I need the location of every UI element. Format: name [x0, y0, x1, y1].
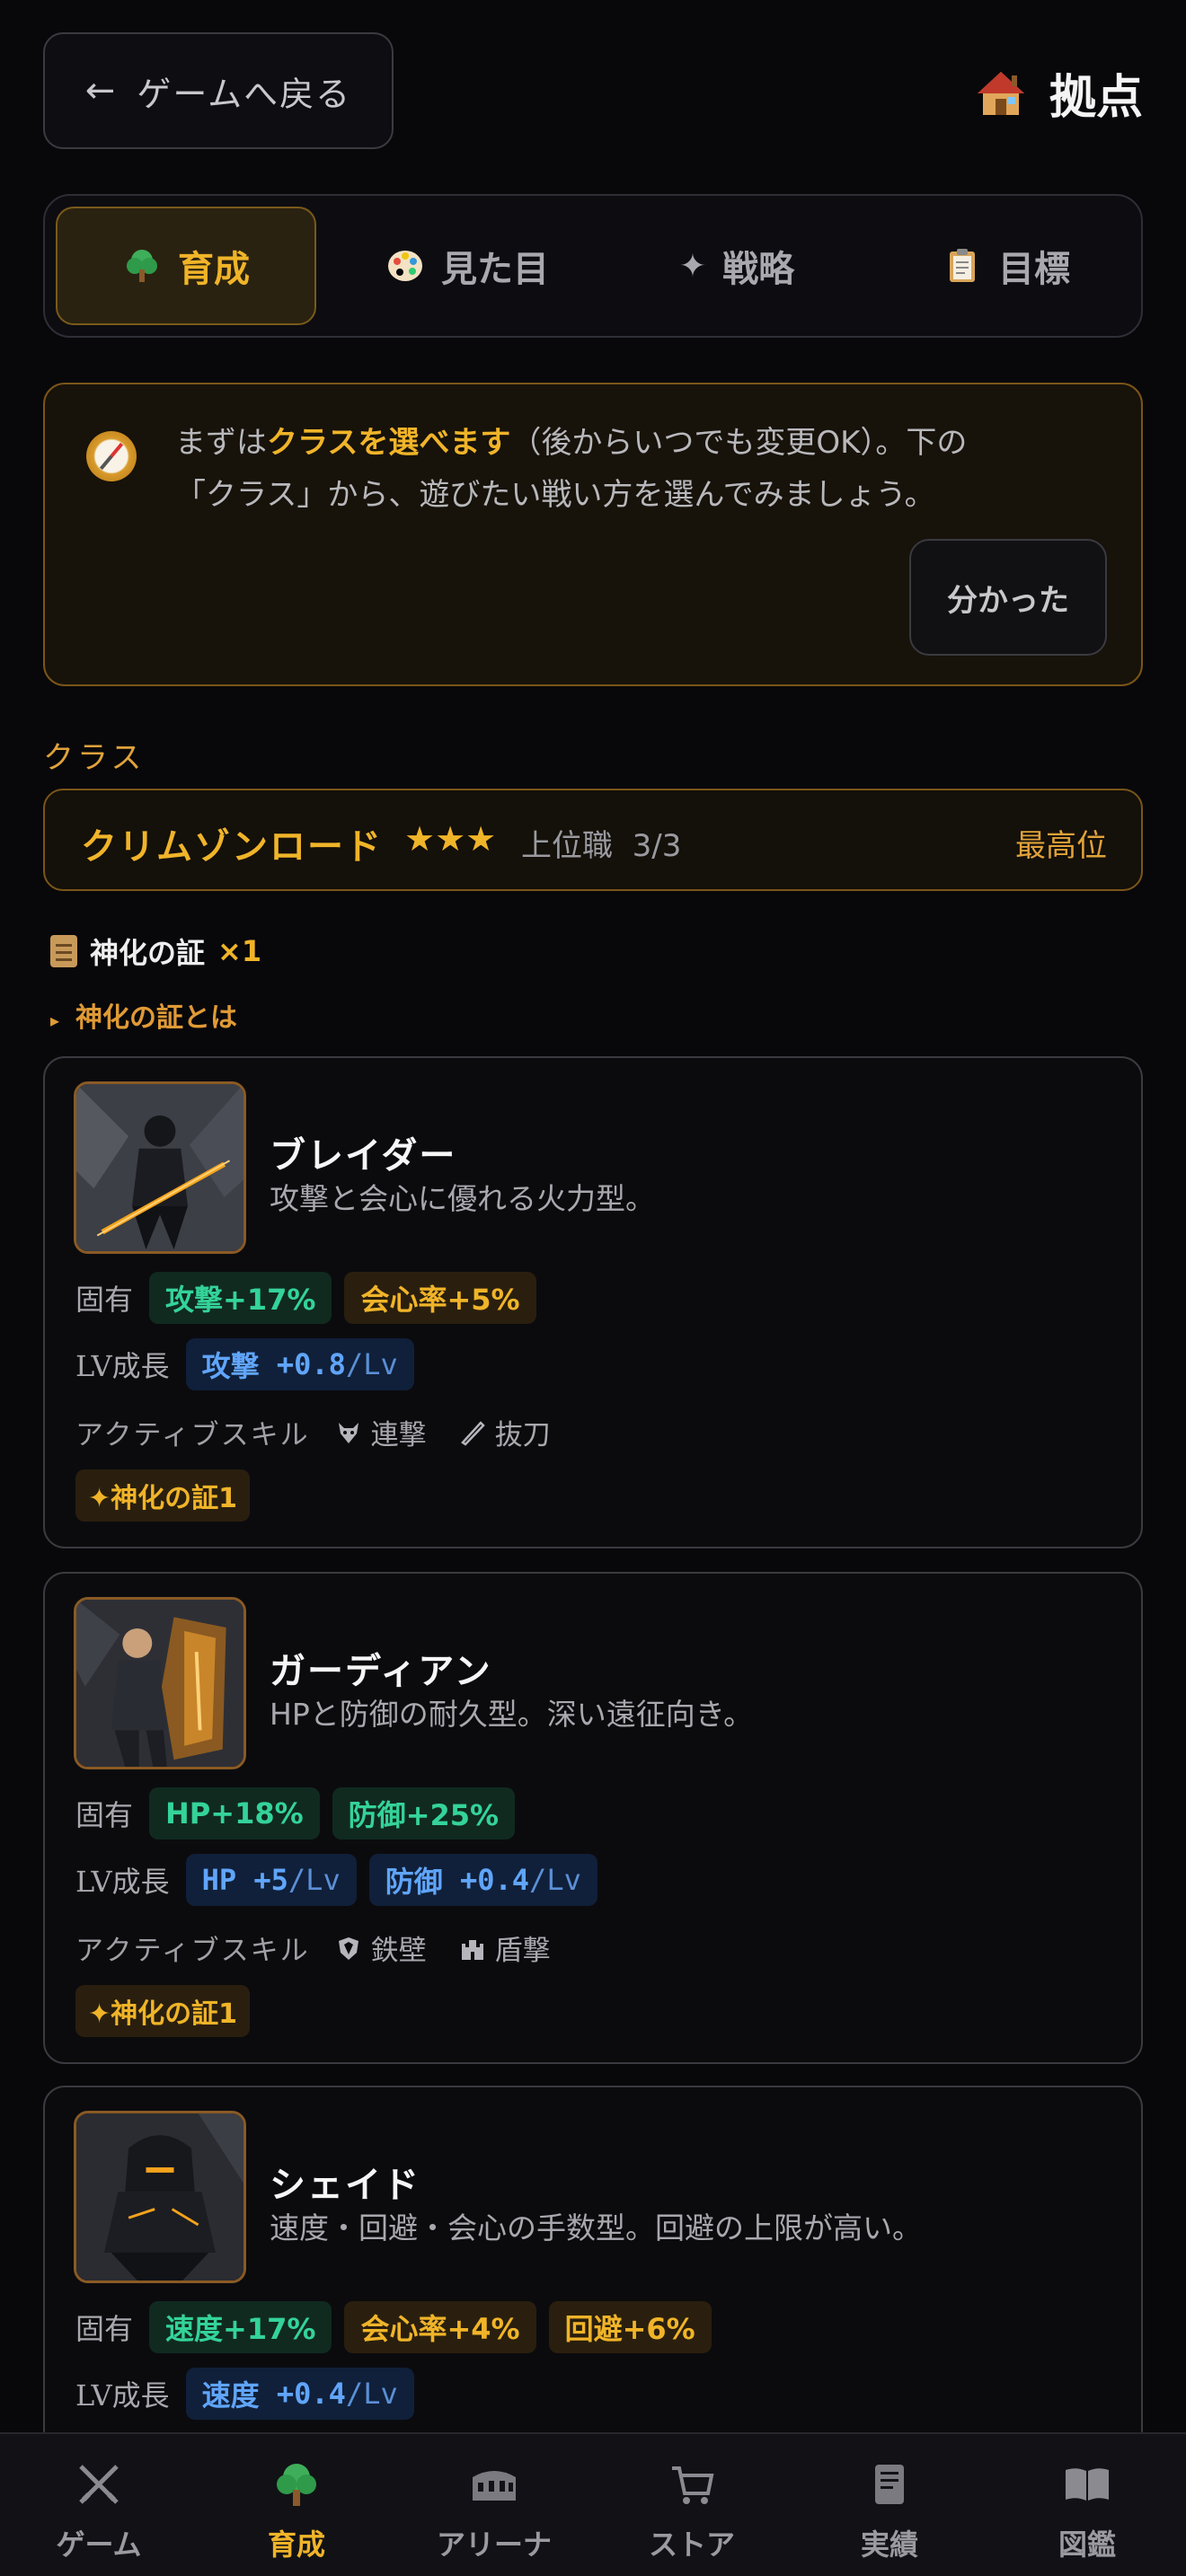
growth-row: LV成長 HP +5/Lv 防御 +0.4/Lv [75, 1854, 597, 1906]
palette-icon [388, 251, 422, 281]
innate-chip: 防御+25% [332, 1787, 516, 1839]
bottom-nav: ゲーム 育成 アリーナ ストア 実績 図鑑 [0, 2432, 1186, 2576]
skill-item: 連撃 [335, 1412, 427, 1452]
innate-chip: HP+18% [149, 1787, 320, 1839]
innate-chip: 速度+17% [149, 2301, 332, 2353]
card-name: シェイド [270, 2165, 420, 2206]
castle-icon [461, 1939, 483, 1960]
shield-icon [338, 1936, 358, 1960]
back-button-label: ゲームへ戻る [137, 74, 352, 114]
clipboard-icon [950, 249, 975, 282]
skill-row: アクティブスキル 連撃 抜刀 [75, 1412, 571, 1452]
certificate-badge: ✦神化の証1 [75, 1469, 251, 1522]
tab-appearance[interactable]: 見た目 [350, 207, 584, 325]
crossed-swords-icon [79, 2465, 119, 2504]
nav-arena[interactable]: アリーナ [395, 2459, 593, 2563]
tree-icon [277, 2464, 316, 2506]
shade-portrait [74, 2111, 246, 2283]
scroll-icon [875, 2465, 904, 2504]
innate-row: 固有 HP+18% 防御+25% [75, 1787, 516, 1839]
card-description: 攻撃と会心に優れる火力型。 [270, 1181, 655, 1216]
growth-chip: 防御 +0.4/Lv [368, 1854, 597, 1906]
nav-game[interactable]: ゲーム [0, 2459, 198, 2563]
growth-chip: 攻撃 +0.8/Lv [185, 1338, 414, 1390]
colosseum-icon [473, 2471, 516, 2501]
current-class-name: クリムゾンロード [81, 825, 383, 868]
current-class-bar[interactable]: クリムゾンロード ★★★ 上位職 3/3 最高位 [43, 789, 1143, 891]
skill-item: 盾撃 [459, 1928, 551, 1968]
nav-achievements[interactable]: 実績 [791, 2459, 988, 2563]
house-icon [977, 71, 1024, 115]
tab-label: 育成 [178, 249, 250, 290]
innate-row: 固有 攻撃+17% 会心率+5% [75, 1272, 536, 1324]
blader-portrait [74, 1081, 246, 1254]
innate-chip: 会心率+5% [344, 1272, 536, 1324]
growth-row: LV成長 速度 +0.4/Lv [75, 2368, 414, 2420]
growth-chip: HP +5/Lv [185, 1854, 357, 1906]
hub-tabs: 育成 見た目 ✦ 戦略 目標 [43, 194, 1143, 338]
class-section-label: クラス [43, 740, 146, 776]
nav-training[interactable]: 育成 [198, 2459, 395, 2563]
skill-item: 鉄壁 [335, 1928, 427, 1968]
book-icon [1066, 2468, 1109, 2501]
tab-label: 目標 [998, 249, 1070, 290]
hub-page: ← ゲームへ戻る 拠点 育成 見た目 ✦ 戦略 目標 まずはクラスを選べます（後… [0, 0, 1186, 2576]
innate-chip: 攻撃+17% [149, 1272, 332, 1324]
wolf-icon [338, 1422, 358, 1443]
card-description: HPと防御の耐久型。深い遠征向き。 [270, 1697, 754, 1732]
back-arrow-icon: ← [84, 70, 118, 111]
certificate-count: 神化の証 ×1 [50, 931, 261, 972]
certificate-help-toggle[interactable]: ▸ 神化の証とは [50, 995, 237, 1035]
class-max-label: 最高位 [1015, 828, 1107, 864]
skill-item: 抜刀 [459, 1412, 551, 1452]
page-title-text: 拠点 [1049, 70, 1143, 125]
disclosure-triangle-icon: ▸ [50, 1010, 60, 1031]
innate-chip: 会心率+4% [344, 2301, 536, 2353]
certificate-count-value: ×1 [217, 934, 262, 968]
sparkle-icon: ✦ [678, 247, 707, 285]
growth-chip: 速度 +0.4/Lv [185, 2368, 414, 2420]
tab-training[interactable]: 育成 [56, 207, 316, 325]
page-title: 拠点 [974, 59, 1143, 127]
class-card-blader[interactable]: ブレイダー 攻撃と会心に優れる火力型。 固有 攻撃+17% 会心率+5% LV成… [43, 1056, 1143, 1548]
skill-row: アクティブスキル 鉄壁 盾撃 [75, 1928, 571, 1968]
guardian-portrait [74, 1597, 246, 1769]
innate-row: 固有 速度+17% 会心率+4% 回避+6% [75, 2301, 712, 2353]
certificate-badge: ✦神化の証1 [75, 1985, 251, 2037]
class-tier: 上位職 3/3 [521, 828, 682, 864]
hint-panel: まずはクラスを選べます（後からいつでも変更OK）。下の 「クラス」から、遊びたい… [43, 383, 1143, 686]
hint-text: まずはクラスを選べます（後からいつでも変更OK）。下の 「クラス」から、遊びたい… [175, 425, 968, 513]
tree-icon [127, 250, 157, 282]
card-name: ガーディアン [270, 1651, 492, 1692]
back-to-game-button[interactable]: ← ゲームへ戻る [43, 32, 394, 149]
blade-icon [460, 1420, 485, 1446]
tab-label: 見た目 [441, 249, 549, 290]
compass-icon [86, 431, 137, 481]
tab-strategy[interactable]: ✦ 戦略 [620, 207, 854, 325]
nav-encyclopedia[interactable]: 図鑑 [988, 2459, 1186, 2563]
hint-highlight: クラスを選べます [267, 425, 511, 461]
growth-row: LV成長 攻撃 +0.8/Lv [75, 1338, 414, 1390]
hint-ok-button[interactable]: 分かった [909, 539, 1107, 656]
tab-goals[interactable]: 目標 [890, 207, 1123, 325]
innate-chip: 回避+6% [548, 2301, 712, 2353]
nav-store[interactable]: ストア [593, 2459, 791, 2563]
class-stars: ★★★ [404, 819, 497, 859]
cart-icon [672, 2466, 714, 2504]
scroll-icon [50, 935, 77, 967]
card-description: 速度・回避・会心の手数型。回避の上限が高い。 [270, 2210, 922, 2245]
card-name: ブレイダー [270, 1135, 457, 1177]
class-card-guardian[interactable]: ガーディアン HPと防御の耐久型。深い遠征向き。 固有 HP+18% 防御+25… [43, 1572, 1143, 2064]
tab-label: 戦略 [722, 249, 795, 290]
